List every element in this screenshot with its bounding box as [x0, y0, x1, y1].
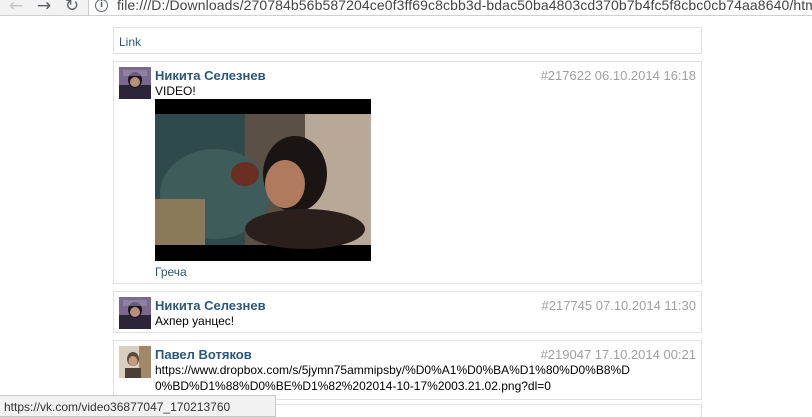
post-meta: #217745 07.10.2014 11:30	[541, 298, 696, 313]
post-meta: #219047 17.10.2014 00:21	[540, 347, 696, 362]
status-bar: https://vk.com/video36877047_170213760	[0, 395, 276, 417]
info-icon[interactable]: i	[95, 0, 108, 12]
back-arrow-icon[interactable]: ←	[6, 0, 26, 15]
forward-arrow-icon[interactable]: →	[34, 0, 54, 15]
browser-toolbar: ← → ↻ i file:///D:/Downloads/270784b56b5…	[0, 0, 812, 16]
post-text: VIDEO!	[155, 84, 196, 98]
post-item: Никита Селезнев #217622 06.10.2014 16:18…	[113, 61, 702, 284]
post-author[interactable]: Никита Селезнев	[155, 68, 266, 83]
avatar[interactable]	[119, 346, 151, 378]
avatar[interactable]	[119, 67, 151, 99]
post-text-line-2[interactable]: 0%BD%D1%88%D0%BE%D1%82%202014-10-17%2003…	[155, 379, 551, 393]
post-meta: #217622 06.10.2014 16:18	[540, 68, 696, 83]
address-url[interactable]: file:///D:/Downloads/270784b56b587204ce0…	[117, 0, 812, 13]
reload-icon[interactable]: ↻	[62, 0, 82, 15]
video-thumbnail[interactable]	[155, 99, 371, 261]
address-bar[interactable]: i file:///D:/Downloads/270784b56b587204c…	[88, 0, 812, 15]
attachment-link[interactable]: Греча	[155, 265, 187, 279]
link-label[interactable]: Link	[119, 35, 141, 49]
link-box: Link	[113, 27, 702, 54]
post-item: Павел Вотяков #219047 17.10.2014 00:21 h…	[113, 340, 702, 400]
status-url: https://vk.com/video36877047_170213760	[4, 400, 231, 414]
post-text-line-1[interactable]: https://www.dropbox.com/s/5jymn75ammipsb…	[155, 363, 630, 377]
post-author[interactable]: Павел Вотяков	[155, 347, 252, 362]
post-item: Никита Селезнев #217745 07.10.2014 11:30…	[113, 291, 702, 333]
avatar[interactable]	[119, 297, 151, 329]
post-text: Ахпер уанцес!	[155, 314, 235, 328]
post-author[interactable]: Никита Селезнев	[155, 298, 266, 313]
